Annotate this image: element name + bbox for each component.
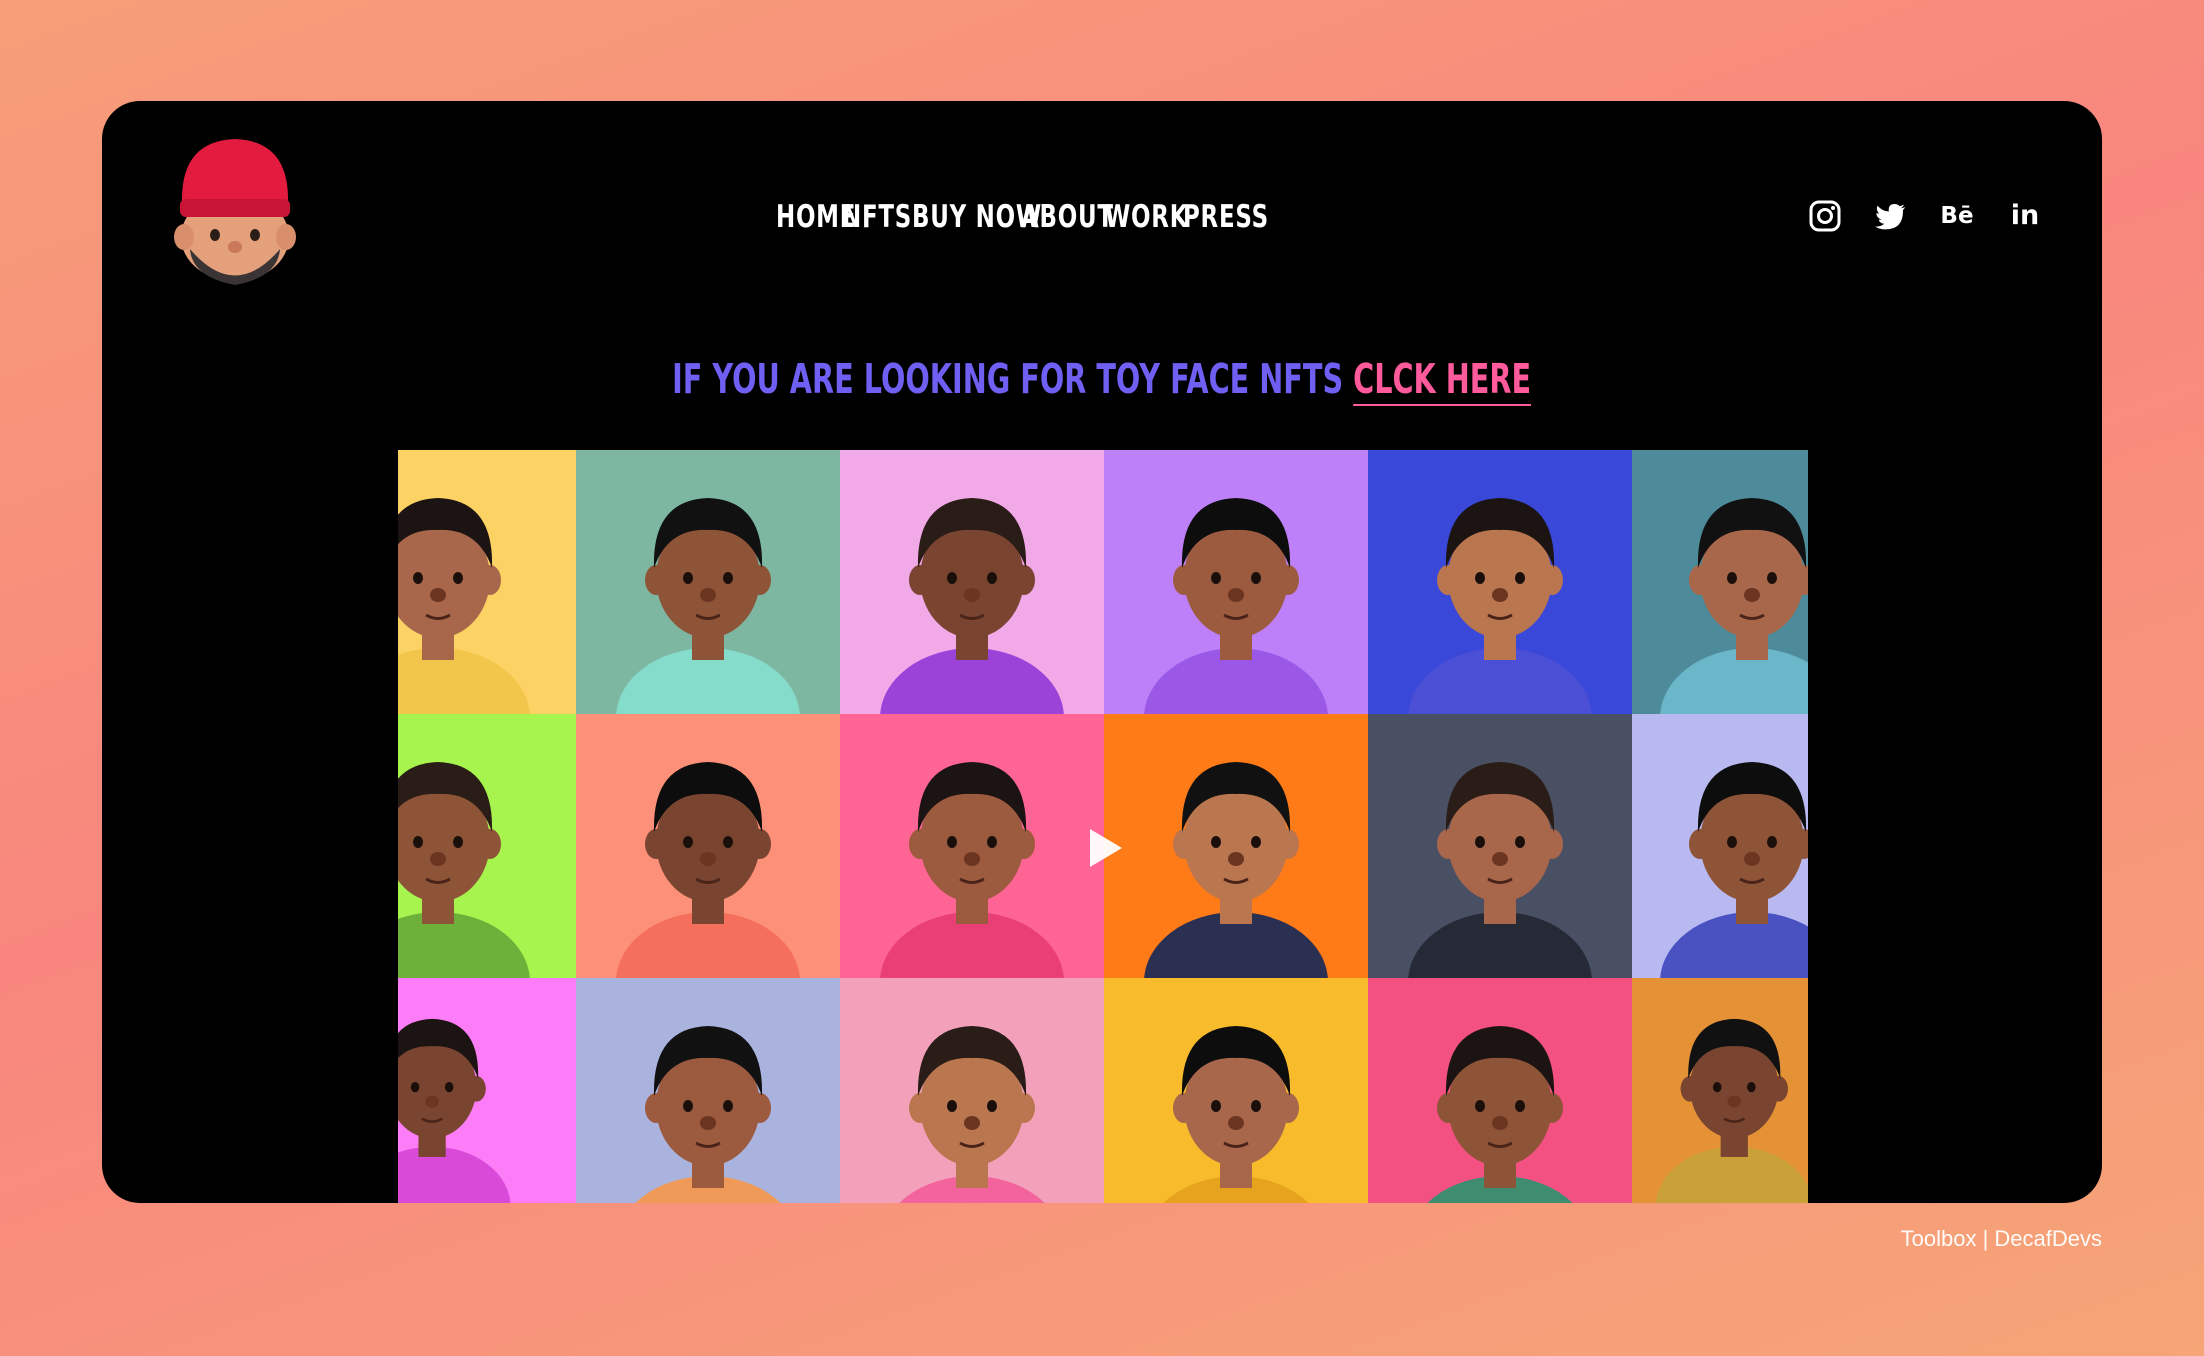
main-frame: HOME NFTS BUY NOW ABOUT WORK PRESS Bē in… (102, 101, 2102, 1203)
avatar-tile[interactable] (1632, 978, 1808, 1203)
avatar-tile[interactable] (1104, 978, 1368, 1203)
avatar-icon (880, 498, 1064, 714)
headline-text: IF YOU ARE LOOKING FOR TOY FACE NFTS (672, 355, 1354, 403)
avatar-icon (1427, 1026, 1573, 1203)
avatar-icon (1144, 498, 1328, 714)
avatar-tile[interactable] (840, 978, 1104, 1203)
avatar-icon (880, 762, 1064, 978)
avatar-icon (1408, 762, 1592, 978)
avatar-icon (1163, 1026, 1309, 1203)
avatar-icon (1660, 498, 1808, 714)
avatar-tile[interactable] (1368, 978, 1632, 1203)
avatar-tile[interactable] (398, 714, 576, 978)
behance-icon[interactable]: Bē (1940, 199, 1974, 233)
avatar-tile[interactable] (576, 450, 840, 714)
avatar-icon (398, 498, 530, 714)
avatar-tile[interactable] (1368, 450, 1632, 714)
nav-about[interactable]: ABOUT (1021, 197, 1114, 237)
play-icon[interactable] (1082, 825, 1128, 871)
avatar-tile[interactable] (1368, 714, 1632, 978)
avatar-icon (1408, 498, 1592, 714)
avatar-icon (1656, 1018, 1808, 1203)
avatar-icon (1144, 762, 1328, 978)
avatar-tile[interactable] (1104, 450, 1368, 714)
nav-work[interactable]: WORK (1105, 197, 1188, 237)
avatar-tile[interactable] (576, 714, 840, 978)
nav-press[interactable]: PRESS (1183, 197, 1269, 237)
avatar-icon (398, 1018, 511, 1203)
footer-credit: Toolbox | DecafDevs (1900, 1226, 2102, 1251)
avatar-icon (1660, 762, 1808, 978)
linkedin-icon[interactable]: in (2008, 199, 2042, 233)
avatar-tile[interactable] (398, 978, 576, 1203)
avatar-tile[interactable] (840, 714, 1104, 978)
headline: IF YOU ARE LOOKING FOR TOY FACE NFTS CLC… (102, 354, 2102, 406)
avatar-tile[interactable] (1632, 450, 1808, 714)
nav-nfts[interactable]: NFTS (842, 197, 912, 237)
avatar-tile[interactable] (398, 450, 576, 714)
avatar-icon (899, 1026, 1045, 1203)
avatar-tile[interactable] (840, 450, 1104, 714)
avatar-icon (398, 762, 530, 978)
main-nav: HOME NFTS BUY NOW ABOUT WORK PRESS (102, 197, 2102, 237)
click-here-link[interactable]: CLCK HERE (1353, 355, 1532, 406)
avatar-icon (616, 762, 800, 978)
avatar-icon (635, 1026, 781, 1203)
avatar-tile[interactable] (1104, 714, 1368, 978)
avatar-tile[interactable] (576, 978, 840, 1203)
avatar-tile[interactable] (1632, 714, 1808, 978)
avatar-icon (616, 498, 800, 714)
twitter-icon[interactable] (1874, 199, 1908, 233)
instagram-icon[interactable] (1808, 199, 1842, 233)
